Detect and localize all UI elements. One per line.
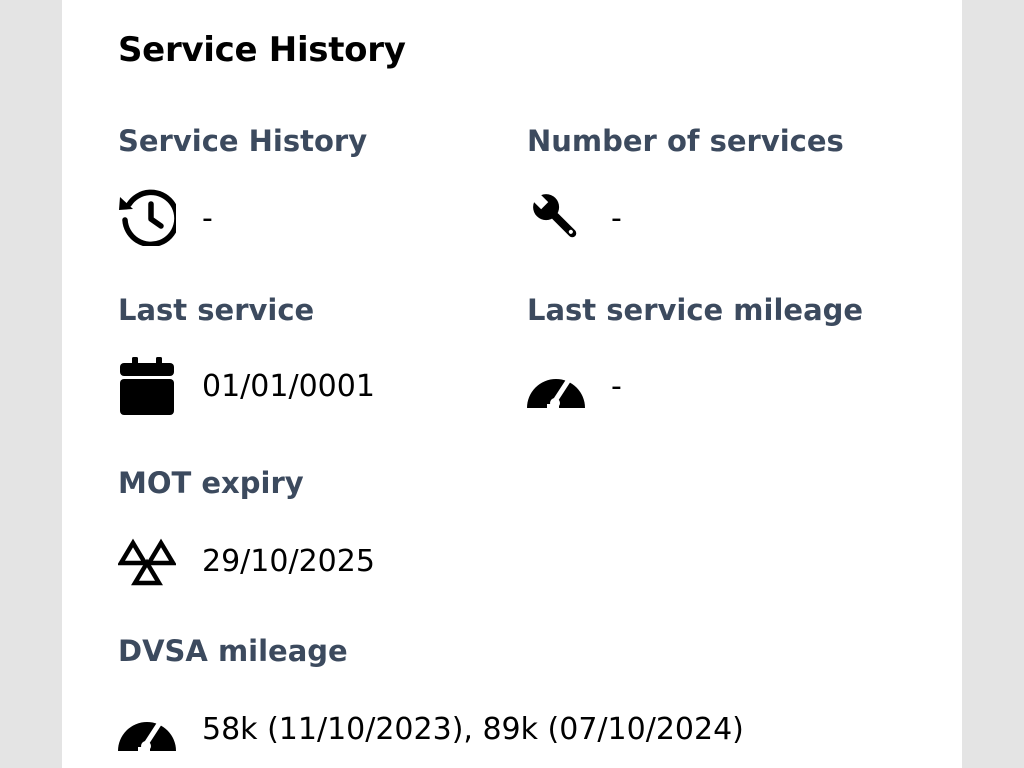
- mot-triangles-icon: [118, 534, 176, 592]
- speedometer-icon: [527, 357, 585, 415]
- field-value: -: [202, 201, 213, 236]
- field-label: Service History: [118, 124, 368, 158]
- history-icon: [118, 188, 176, 246]
- service-history-card: Service History Service History - Number…: [62, 0, 962, 768]
- field-label: Number of services: [527, 124, 844, 158]
- speedometer-icon: [118, 704, 176, 762]
- field-value: 58k (11/10/2023), 89k (07/10/2024): [202, 712, 744, 747]
- section-title: Service History: [118, 30, 406, 70]
- field-label: MOT expiry: [118, 466, 304, 500]
- wrench-icon: [527, 188, 585, 246]
- field-label: DVSA mileage: [118, 634, 348, 668]
- field-label: Last service mileage: [527, 293, 864, 327]
- field-label: Last service: [118, 293, 315, 327]
- field-value: 29/10/2025: [202, 544, 375, 579]
- calendar-icon: [118, 357, 176, 415]
- field-value: 01/01/0001: [202, 369, 375, 404]
- field-value: -: [611, 369, 622, 404]
- field-value: -: [611, 201, 622, 236]
